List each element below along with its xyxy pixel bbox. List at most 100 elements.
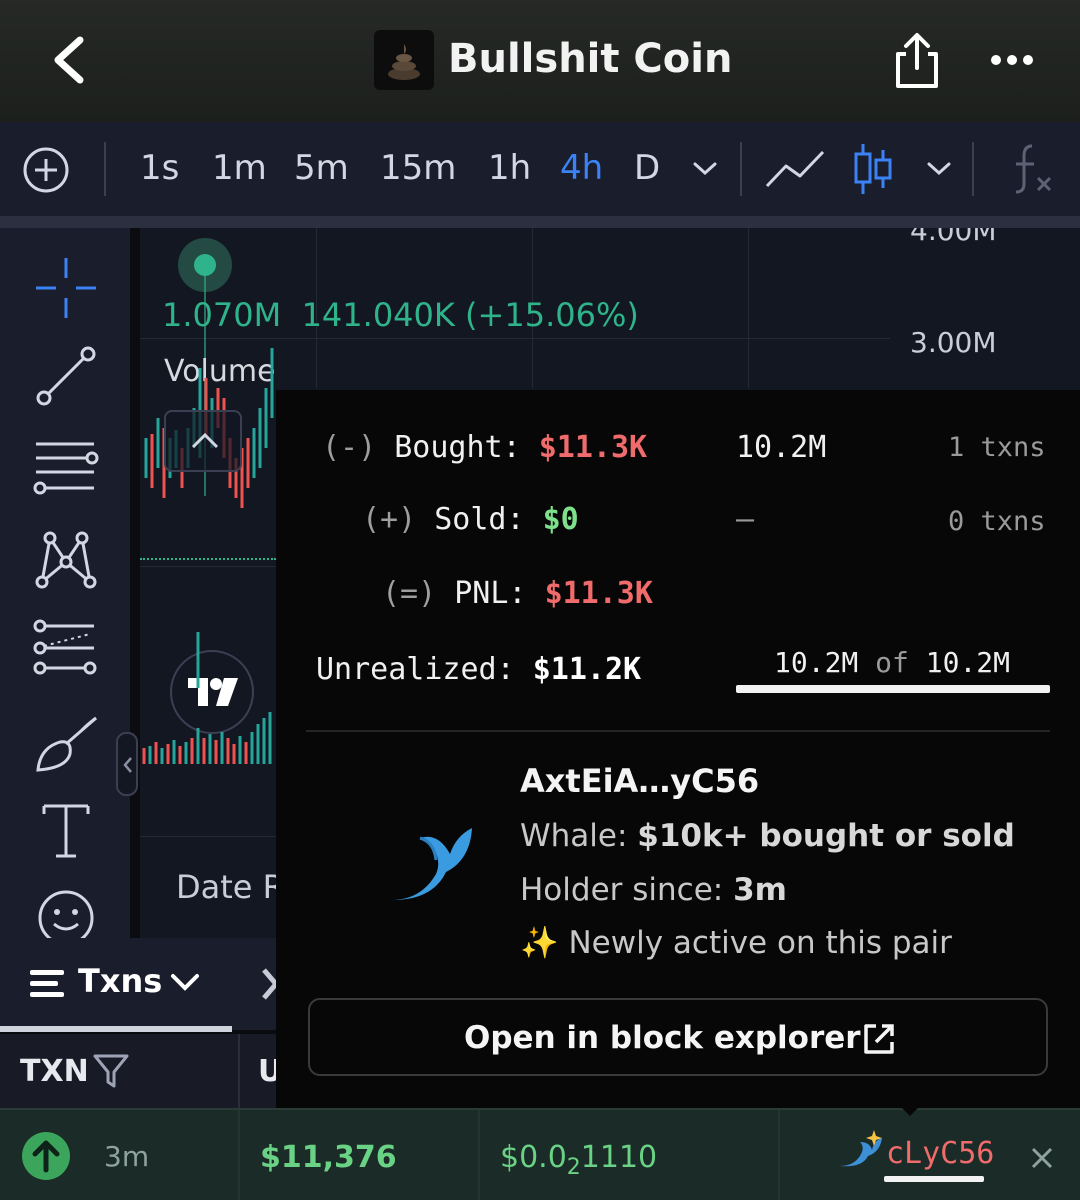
price-axis-label: 4.00M: [910, 228, 997, 247]
collapse-volume-button[interactable]: [164, 410, 242, 472]
function-fx-icon[interactable]: [1010, 142, 1056, 196]
holding-of: of: [875, 646, 909, 679]
price-axis-label: 3.00M: [910, 326, 997, 359]
popup-divider: [306, 730, 1050, 732]
candlestick-chart-icon[interactable]: [852, 142, 894, 196]
top-header: Bullshit Coin: [0, 0, 1080, 122]
price-stats: 1.070M 141.040K (+15.06%): [162, 296, 639, 334]
pattern-tool-icon[interactable]: [30, 522, 102, 594]
date-range-label[interactable]: Date R: [176, 868, 285, 906]
wallet-address[interactable]: AxtEiA…yC56: [520, 762, 759, 800]
trader-popup: (-) Bought: $11.3K 10.2M 1 txns (+) Sold…: [276, 390, 1080, 1108]
table-row[interactable]: 3m $11,376 $0.021110 cLyC56: [0, 1108, 1080, 1200]
bought-sign: (-): [322, 430, 377, 465]
page-title: Bullshit Coin: [448, 36, 733, 82]
txn-price-zeros: 2: [566, 1155, 581, 1180]
trend-line-icon[interactable]: [30, 340, 102, 412]
holding-text: 10.2M of 10.2M: [774, 646, 1010, 679]
collapse-toolbar-handle[interactable]: [116, 732, 138, 796]
volume-series: [142, 632, 272, 764]
unrealized-label: Unrealized:: [316, 652, 515, 687]
holding-progress-bar: [736, 685, 1050, 693]
unrealized-value: $11.2K: [532, 652, 642, 687]
sold-row: (+) Sold: $0: [362, 502, 579, 537]
column-header-txn: TXN: [20, 1054, 89, 1089]
popup-pointer: [896, 1102, 924, 1116]
maker-underline: [884, 1176, 984, 1182]
pnl-sign: (=): [382, 576, 437, 611]
whale-info: Whale: $10k+ bought or sold: [520, 818, 1015, 854]
active-tab-indicator: [0, 1026, 232, 1032]
timeframe-toolbar: 1s 1m 5m 15m 1h 4h D: [0, 122, 1080, 216]
crosshair-icon[interactable]: [30, 252, 102, 324]
more-icon[interactable]: [988, 44, 1036, 76]
chart-type-dropdown-chevron-icon[interactable]: [926, 160, 952, 178]
timeframe-1h[interactable]: 1h: [488, 148, 531, 188]
newly-active-info: ✨ Newly active on this pair: [520, 924, 952, 961]
drawing-toolbar: [0, 228, 130, 946]
toolbar-divider: [104, 142, 106, 196]
whale-label: Whale:: [520, 818, 628, 854]
filter-icon[interactable]: [92, 1052, 130, 1090]
whale-value: $10k+ bought or sold: [637, 818, 1015, 854]
price-reference-line: [140, 558, 276, 560]
newly-active-text: Newly active on this pair: [568, 925, 952, 961]
txn-price: $0.021110: [500, 1140, 657, 1180]
holder-value: 3m: [733, 872, 787, 908]
holder-label: Holder since:: [520, 872, 724, 908]
pnl-row: (=) PNL: $11.3K: [382, 576, 653, 611]
last-price-dot: [194, 254, 216, 276]
timeframe-1m[interactable]: 1m: [212, 148, 267, 188]
column-divider: [478, 1110, 480, 1200]
explorer-button-label: Open in block explorer: [464, 1020, 861, 1056]
holding-total: 10.2M: [925, 646, 1011, 679]
txn-age: 3m: [104, 1140, 150, 1173]
timeframe-15m[interactable]: 15m: [380, 148, 456, 188]
timeframe-4h[interactable]: 4h: [560, 148, 603, 188]
grid-line: [748, 228, 749, 388]
sold-amount: –: [736, 502, 755, 537]
sold-txns: 0 txns: [948, 506, 1046, 537]
whale-sparkle-icon: [840, 1130, 882, 1167]
column-divider: [238, 1034, 240, 1108]
chevron-up-icon: [191, 432, 219, 449]
chevron-down-icon[interactable]: [170, 972, 200, 992]
sold-sign: (+): [362, 502, 417, 537]
text-tool-icon[interactable]: [30, 794, 102, 866]
price-stats-value: 1.070M: [162, 296, 282, 334]
txn-price-suffix: 1110: [580, 1140, 658, 1175]
add-indicator-icon[interactable]: [22, 146, 70, 194]
timeframe-d[interactable]: D: [634, 148, 660, 188]
price-stats-change: 141.040K (+15.06%): [301, 296, 639, 334]
forecast-tool-icon[interactable]: [30, 612, 102, 684]
column-divider: [778, 1110, 780, 1200]
external-link-icon: [864, 1024, 894, 1054]
sparkles-icon: ✨: [520, 925, 559, 961]
open-block-explorer-button[interactable]: Open in block explorer: [308, 998, 1048, 1076]
whale-icon: [386, 828, 472, 901]
bought-txns: 1 txns: [948, 432, 1046, 463]
timeframe-5m[interactable]: 5m: [294, 148, 349, 188]
timeframe-1s[interactable]: 1s: [140, 148, 179, 188]
chevron-left-icon: [123, 757, 132, 773]
horizontal-lines-icon[interactable]: [30, 430, 102, 502]
txn-usd-value: $11,376: [260, 1140, 397, 1175]
line-chart-icon[interactable]: [764, 148, 826, 190]
coin-logo: [374, 30, 434, 90]
bought-row: (-) Bought: $11.3K: [322, 430, 647, 465]
bought-amount: 10.2M: [736, 430, 827, 465]
unrealized-row: Unrealized: $11.2K: [316, 652, 641, 687]
share-icon[interactable]: [892, 32, 942, 90]
toolbar-divider: [972, 142, 974, 196]
timeframe-dropdown-chevron-icon[interactable]: [692, 160, 718, 178]
toolbar-divider: [740, 142, 742, 196]
brush-icon[interactable]: [30, 708, 102, 780]
txn-maker-link[interactable]: cLyC56: [886, 1136, 994, 1171]
buy-arrow-icon: [22, 1132, 70, 1180]
back-chevron-icon[interactable]: [50, 36, 90, 84]
tab-txns[interactable]: Txns: [78, 962, 162, 1000]
holder-since-info: Holder since: 3m: [520, 872, 787, 908]
pane-divider: [140, 836, 276, 837]
close-icon[interactable]: [1030, 1146, 1054, 1170]
bought-label: Bought:: [394, 430, 521, 465]
